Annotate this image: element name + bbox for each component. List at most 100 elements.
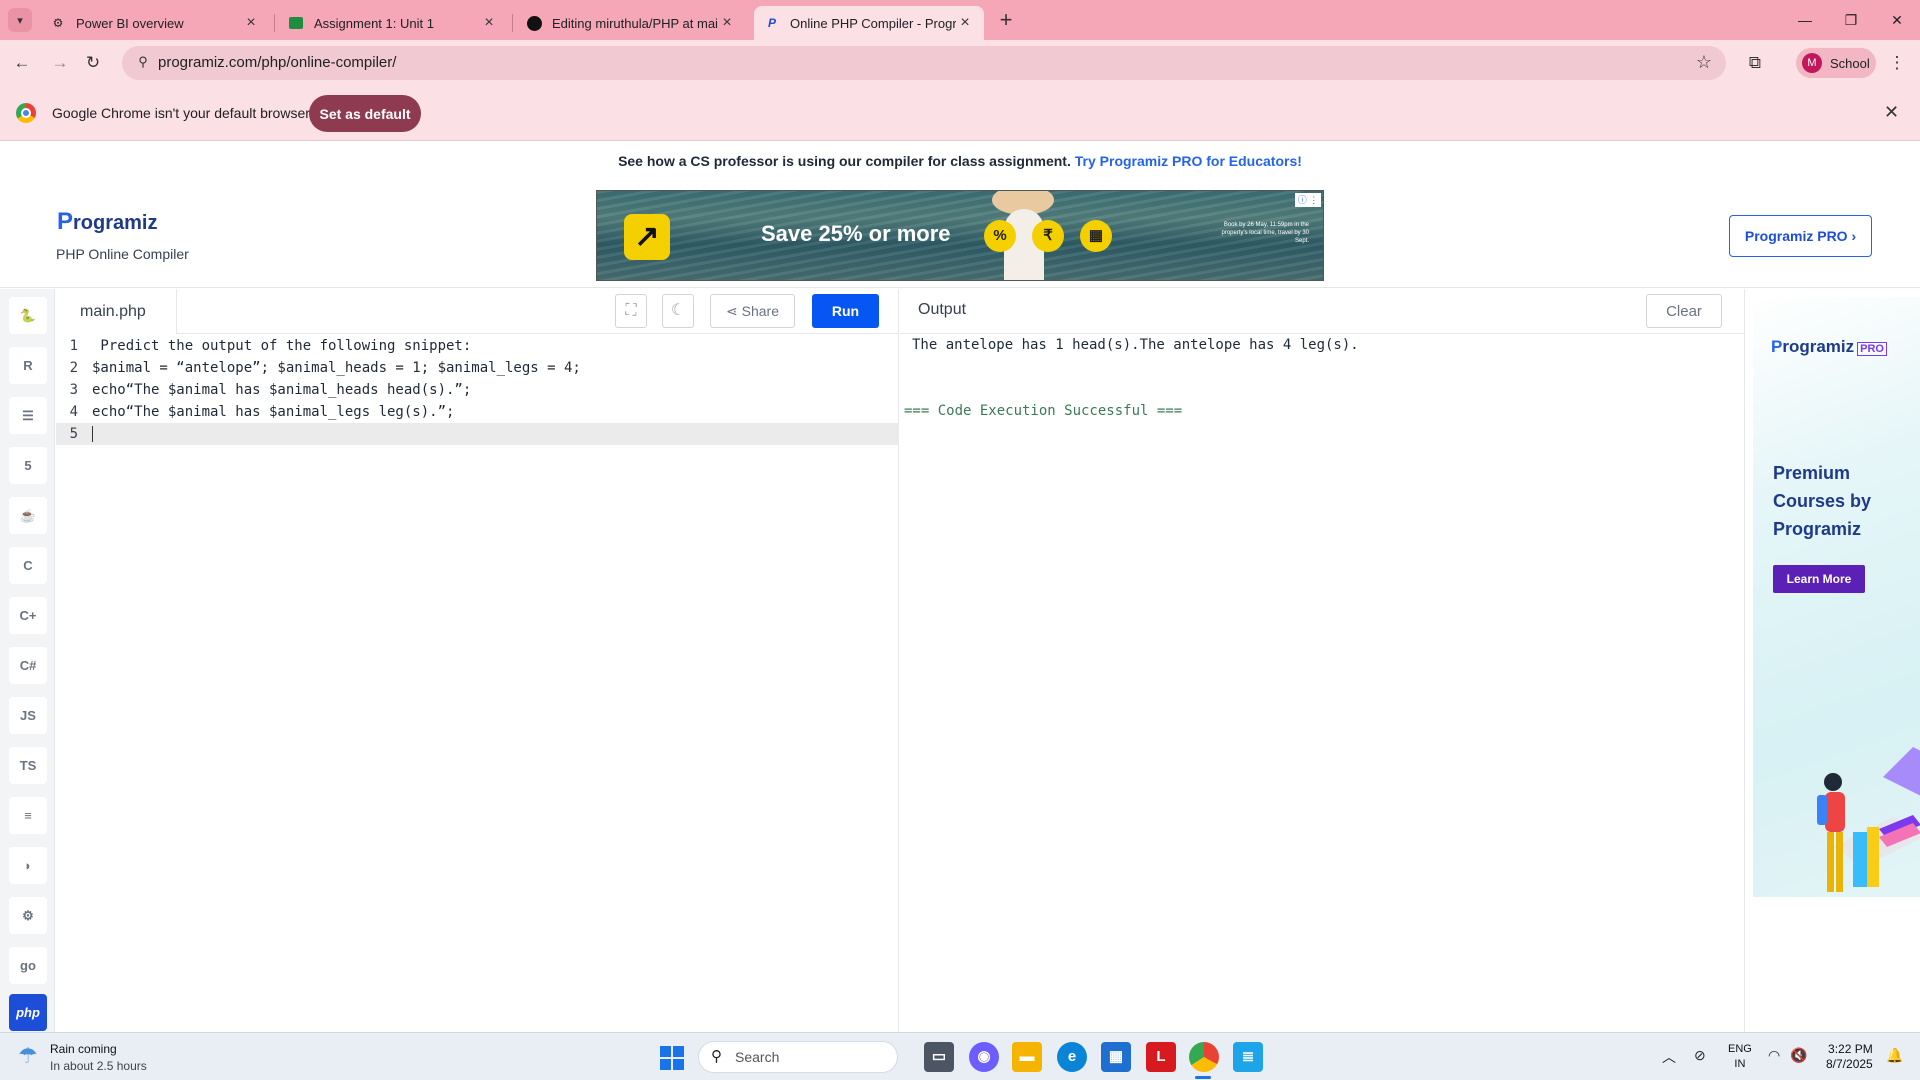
weather-subtitle[interactable]: In about 2.5 hours <box>50 1059 147 1073</box>
file-explorer-icon[interactable]: ▬ <box>1012 1042 1042 1072</box>
new-tab-button[interactable]: + <box>993 8 1019 34</box>
go-icon[interactable]: go <box>9 947 47 984</box>
network-off-icon[interactable]: ⊘ <box>1694 1047 1706 1064</box>
address-bar[interactable]: ⚲ programiz.com/php/online-compiler/ ☆ <box>122 46 1726 80</box>
cpp-icon[interactable]: C+ <box>9 597 47 634</box>
tab-search-button[interactable]: ▾ <box>8 8 32 32</box>
tab-power-bi[interactable]: ⚙ Power BI overview × <box>40 6 270 40</box>
sql-database-icon[interactable]: ☰ <box>9 397 47 434</box>
rust-icon[interactable]: ⚙ <box>9 897 47 934</box>
banner-ad[interactable]: ↗ Save 25% or more % ₹ ▦ Book by 26 May,… <box>596 190 1324 281</box>
close-icon[interactable]: × <box>956 14 974 32</box>
clear-button[interactable]: Clear <box>1646 294 1722 328</box>
code-line[interactable]: 2 $animal = “antelope”; $animal_heads = 1… <box>56 357 899 379</box>
javascript-icon[interactable]: JS <box>9 697 47 734</box>
weather-title[interactable]: Rain coming <box>50 1042 117 1056</box>
tab-programiz[interactable]: P Online PHP Compiler - Program × <box>754 6 984 40</box>
active-app-indicator <box>1195 1076 1211 1079</box>
side-ad-headline: Premium Courses by Programiz <box>1773 463 1872 539</box>
bookmark-star-icon[interactable]: ☆ <box>1696 52 1712 73</box>
input-language-indicator[interactable]: ENG IN <box>1728 1042 1752 1072</box>
swift-icon[interactable]: ◗ <box>9 847 47 884</box>
share-button[interactable]: ⋖ Share <box>710 294 795 328</box>
system-clock[interactable]: 3:22 PM 8/7/2025 <box>1826 1042 1873 1072</box>
pro-badge: PRO <box>1857 342 1887 356</box>
student-books-illustration <box>1817 747 1920 892</box>
r-icon[interactable]: R <box>9 347 47 384</box>
extensions-icon[interactable]: ⧉ <box>1742 50 1768 76</box>
reload-button[interactable]: ↻ <box>80 50 106 76</box>
task-view-icon[interactable]: ▭ <box>924 1042 954 1072</box>
github-icon <box>526 15 542 31</box>
wifi-icon[interactable]: ◠ <box>1768 1047 1780 1064</box>
tab-title: Power BI overview <box>76 15 184 31</box>
side-ad-logo: Programiz PRO <box>1771 337 1887 357</box>
ad-info-icon[interactable]: ⓘ ⋮ <box>1295 193 1321 207</box>
java-icon[interactable]: ☕ <box>9 497 47 534</box>
code-editor-panel: main.php ⛶ ☾ ⋖ Share Run 1 Predict the o… <box>56 289 899 1032</box>
c-icon[interactable]: C <box>9 547 47 584</box>
file-tab-main-php[interactable]: main.php <box>56 289 177 334</box>
minimize-button[interactable]: — <box>1782 6 1828 34</box>
browser-menu-icon[interactable]: ⋮ <box>1884 50 1910 76</box>
code-line[interactable]: 4 echo“The $animal has $animal_legs leg(s… <box>56 401 899 423</box>
arrow-up-right-icon: ↗ <box>624 214 670 260</box>
site-info-icon[interactable]: ⚲ <box>134 54 152 72</box>
html-icon[interactable]: 5 <box>9 447 47 484</box>
stack-icon[interactable]: ≡ <box>9 797 47 834</box>
fullscreen-icon[interactable]: ⛶ <box>615 294 647 328</box>
profile-button[interactable]: M School <box>1796 48 1876 78</box>
close-icon[interactable]: × <box>242 14 260 32</box>
tab-github[interactable]: Editing miruthula/PHP at main × <box>516 6 746 40</box>
run-button[interactable]: Run <box>812 294 879 328</box>
lenovo-app-icon[interactable]: L <box>1146 1042 1176 1072</box>
profile-label: School <box>1830 55 1870 71</box>
set-as-default-button[interactable]: Set as default <box>309 95 421 132</box>
forward-button[interactable]: → <box>47 50 73 76</box>
browser-tab-strip: ▾ ⚙ Power BI overview × Assignment 1: Un… <box>0 0 1920 40</box>
tab-title: Editing miruthula/PHP at main <box>552 15 718 31</box>
copilot-icon[interactable]: ◉ <box>969 1042 999 1072</box>
python-icon[interactable]: 🐍 <box>9 297 47 334</box>
site-header: Programiz PHP Online Compiler ↗ Save 25%… <box>0 181 1920 288</box>
taskbar-search[interactable]: ⚲ Search <box>698 1041 898 1073</box>
rupee-icon: ₹ <box>1032 220 1064 252</box>
volume-muted-icon[interactable]: 🔇 <box>1790 1047 1807 1064</box>
sidebar-ad-column: Programiz PRO Premium Courses by Programi… <box>1744 289 1920 1032</box>
programiz-pro-button[interactable]: Programiz PRO › <box>1729 215 1872 257</box>
typescript-icon[interactable]: TS <box>9 747 47 784</box>
windows-taskbar: ☂ Rain coming In about 2.5 hours ⚲ Searc… <box>0 1032 1920 1080</box>
tab-assignment[interactable]: Assignment 1: Unit 1 × <box>278 6 508 40</box>
divider <box>900 333 1744 334</box>
window-close-button[interactable]: ✕ <box>1874 6 1920 34</box>
chrome-taskbar-icon[interactable] <box>1189 1042 1219 1072</box>
close-icon[interactable]: × <box>718 14 736 32</box>
programiz-logo[interactable]: Programiz <box>57 208 157 236</box>
csharp-icon[interactable]: C# <box>9 647 47 684</box>
windows-start-icon[interactable] <box>660 1046 684 1070</box>
php-icon[interactable]: php <box>9 994 47 1031</box>
close-icon[interactable]: ✕ <box>1884 102 1899 123</box>
close-icon[interactable]: × <box>480 14 498 32</box>
url-text[interactable]: programiz.com/php/online-compiler/ <box>158 54 396 71</box>
edge-browser-icon[interactable]: e <box>1057 1042 1087 1072</box>
microsoft-store-icon[interactable]: ▦ <box>1101 1042 1131 1072</box>
share-icon: ⋖ <box>726 302 742 319</box>
notepad-icon[interactable]: ≣ <box>1233 1042 1263 1072</box>
rain-cloud-icon[interactable]: ☂ <box>18 1043 38 1069</box>
code-line[interactable]: 1 Predict the output of the following sn… <box>56 335 899 357</box>
code-line[interactable]: 3 echo“The $animal has $animal_heads head… <box>56 379 899 401</box>
tab-separator <box>274 14 275 32</box>
back-button[interactable]: ← <box>9 50 35 76</box>
dark-mode-moon-icon[interactable]: ☾ <box>662 294 694 328</box>
default-browser-infobar: Google Chrome isn't your default browser… <box>0 86 1920 141</box>
gear-icon: ⚙ <box>52 16 64 30</box>
notification-bell-icon[interactable]: 🔔 <box>1886 1047 1903 1064</box>
restore-button[interactable]: ❐ <box>1828 6 1874 34</box>
programiz-pro-ad[interactable]: Programiz PRO Premium Courses by Programi… <box>1753 297 1920 897</box>
promo-link[interactable]: Try Programiz PRO for Educators! <box>1075 153 1302 169</box>
output-result: The antelope has 1 head(s).The antelope … <box>912 337 1359 353</box>
learn-more-button[interactable]: Learn More <box>1773 565 1865 593</box>
chevron-up-icon[interactable]: ︿ <box>1662 1047 1676 1067</box>
code-line-current[interactable]: 5 <box>56 423 899 445</box>
